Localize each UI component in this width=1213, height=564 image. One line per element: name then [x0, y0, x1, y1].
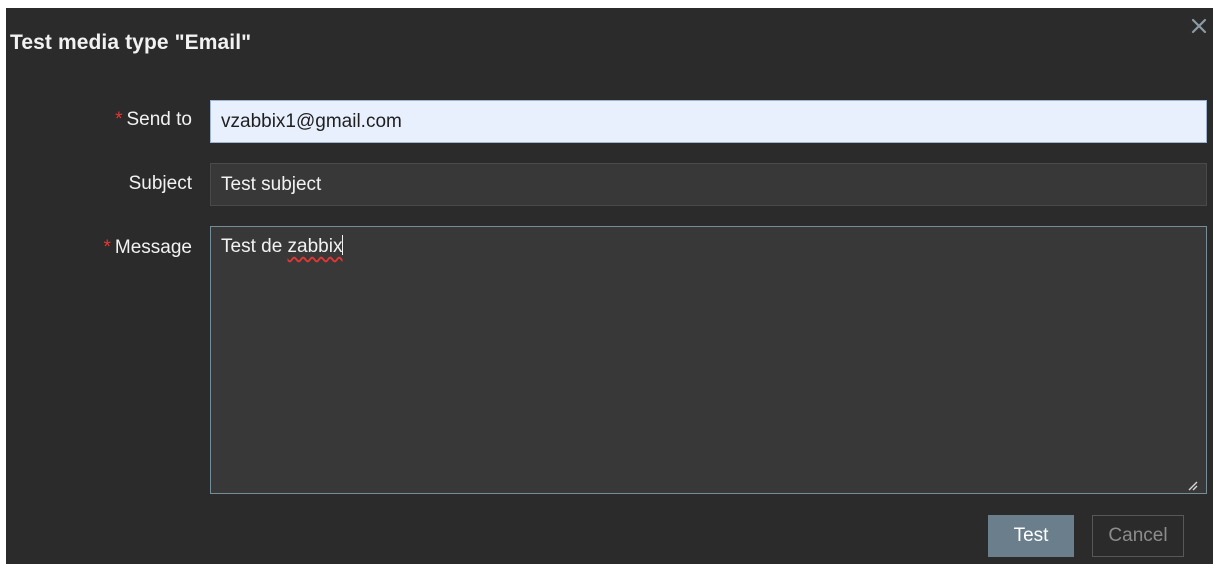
subject-label: Subject — [129, 173, 192, 195]
cancel-button[interactable]: Cancel — [1092, 515, 1184, 557]
message-misspelled-word: zabbix — [287, 236, 343, 257]
message-label-text: Message — [114, 237, 192, 258]
required-marker: * — [115, 109, 123, 130]
test-button[interactable]: Test — [988, 515, 1074, 557]
close-icon[interactable] — [1190, 17, 1208, 35]
text-cursor — [342, 235, 344, 255]
send-to-input[interactable] — [210, 100, 1207, 143]
dialog-title: Test media type "Email" — [10, 31, 252, 54]
message-text: Test de — [221, 236, 288, 257]
message-textarea[interactable]: Test de zabbix — [210, 226, 1207, 494]
subject-label-text: Subject — [128, 173, 192, 194]
send-to-label-text: Send to — [126, 109, 193, 130]
test-media-type-dialog: Test media type "Email" *Send to Subject… — [6, 8, 1213, 564]
subject-input[interactable] — [210, 163, 1207, 206]
message-label: * Message — [103, 237, 192, 259]
send-to-label: * Send to — [115, 109, 192, 131]
required-marker: * — [103, 237, 111, 258]
resize-handle-icon[interactable] — [1186, 478, 1198, 491]
